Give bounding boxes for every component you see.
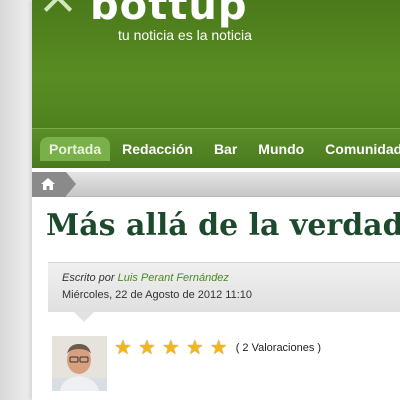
breadcrumb xyxy=(32,172,400,197)
rating-count: ( 2 Valoraciones ) xyxy=(235,342,322,354)
page-left-margin xyxy=(0,0,32,400)
nav-item-redaccion[interactable]: Redacción xyxy=(113,137,202,161)
breadcrumb-home[interactable] xyxy=(32,172,76,197)
star-icon[interactable]: ★ xyxy=(210,338,228,358)
article-date: Miércoles, 22 de Agosto de 2012 11:10 xyxy=(62,289,252,301)
star-icon[interactable]: ★ xyxy=(138,338,156,358)
logo-text: bottup xyxy=(90,0,248,29)
home-icon xyxy=(41,178,55,190)
rating[interactable]: ★ ★ ★ ★ ★ ( 2 Valoraciones ) xyxy=(114,338,321,358)
nav-item-comunidad[interactable]: Comunidad xyxy=(316,137,400,161)
author-photo xyxy=(52,336,107,391)
star-icon[interactable]: ★ xyxy=(114,338,132,358)
main-nav: Portada Redacción Bar Mundo Comunidad xyxy=(32,128,400,168)
house-icon xyxy=(43,0,76,24)
star-icon[interactable]: ★ xyxy=(186,338,204,358)
site-header: bottup tu noticia es la noticia xyxy=(32,0,400,128)
nav-item-bar[interactable]: Bar xyxy=(205,137,246,161)
star-icon[interactable]: ★ xyxy=(162,338,180,358)
site-logo[interactable]: bottup xyxy=(43,0,248,29)
article-title: Más allá de la verdad o xyxy=(46,208,400,243)
author-link[interactable]: Luis Perant Fernández xyxy=(118,272,229,284)
article-meta: Escrito por Luis Perant Fernández Miérco… xyxy=(48,262,400,322)
written-by-label: Escrito por xyxy=(62,272,115,284)
nav-item-mundo[interactable]: Mundo xyxy=(249,137,313,161)
page: bottup tu noticia es la noticia Portada … xyxy=(32,0,400,400)
author-avatar[interactable] xyxy=(52,336,107,391)
byline: Escrito por Luis Perant Fernández xyxy=(62,272,229,284)
nav-item-portada[interactable]: Portada xyxy=(40,137,111,161)
site-tagline: tu noticia es la noticia xyxy=(118,27,252,43)
